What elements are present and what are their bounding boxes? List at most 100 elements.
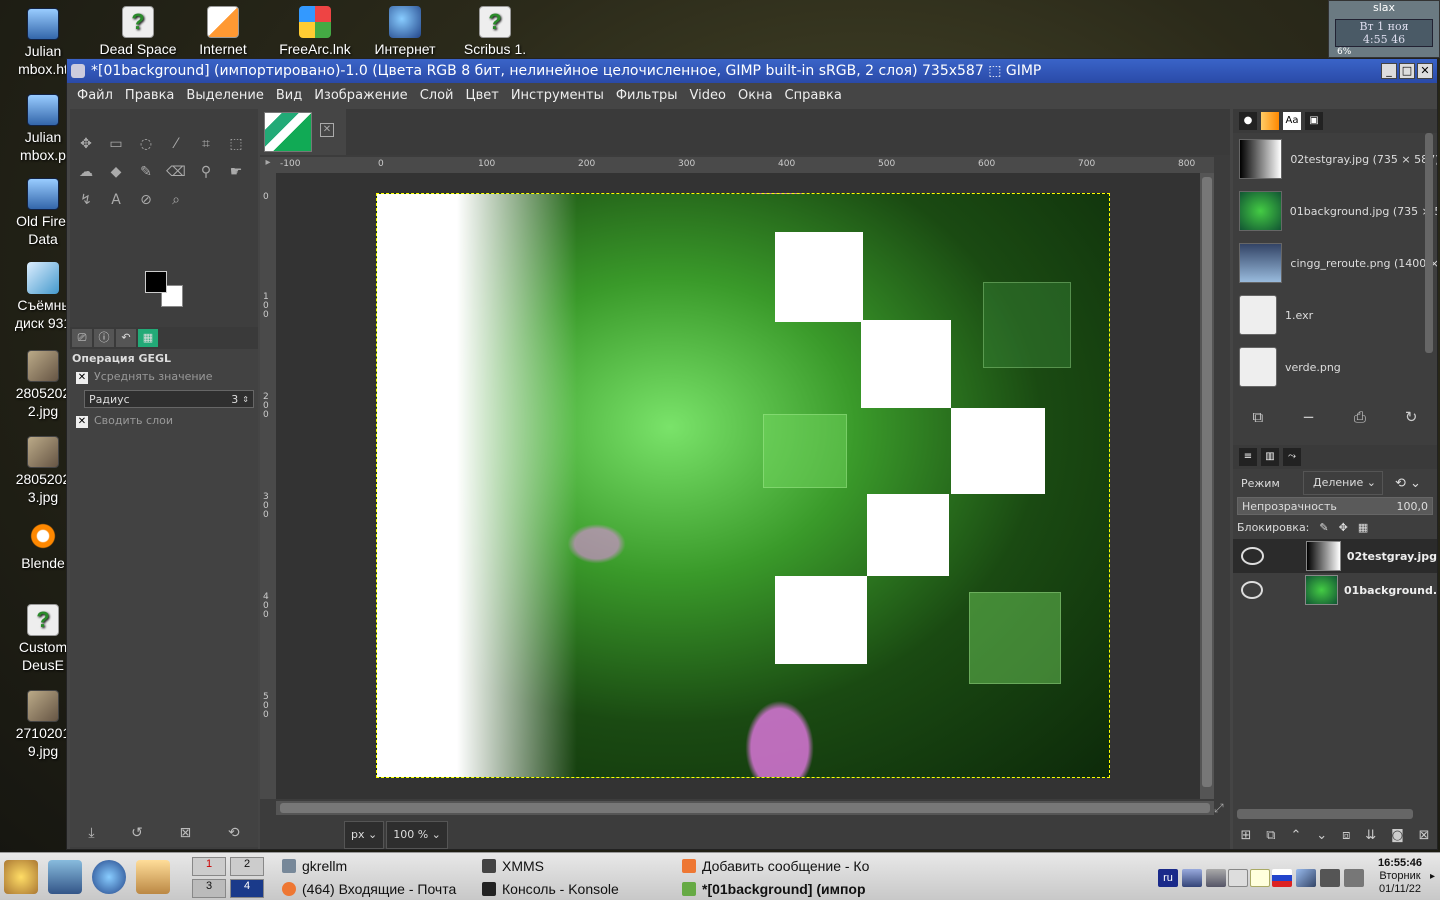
vertical-ruler[interactable]: 0 100 200 300 400 500 bbox=[260, 173, 276, 799]
zoom-tool-icon[interactable]: ⌕ bbox=[166, 191, 186, 209]
tool-options-tab-icon[interactable]: ⎚ bbox=[72, 329, 92, 347]
text-tool-icon[interactable]: A bbox=[106, 191, 126, 209]
fuzzy-select-tool-icon[interactable]: ⁄ bbox=[166, 135, 186, 153]
average-option[interactable]: ✕ Усреднять значение bbox=[70, 368, 258, 386]
merge-down-icon[interactable]: ⇊ bbox=[1365, 828, 1376, 843]
maximize-button[interactable]: □ bbox=[1399, 63, 1415, 79]
paintbrush-tool-icon[interactable]: ✎ bbox=[136, 163, 156, 181]
move-tool-icon[interactable]: ✥ bbox=[76, 135, 96, 153]
menu-tools[interactable]: Инструменты bbox=[505, 88, 610, 103]
desktop-icon-scribus[interactable]: ? Scribus 1. bbox=[452, 6, 538, 58]
horizontal-ruler[interactable]: -100 0 100 200 300 400 500 600 700 800 bbox=[276, 157, 1214, 173]
task-xmms[interactable]: XMMS bbox=[482, 855, 672, 877]
images-tab-icon[interactable]: ▦ bbox=[138, 329, 158, 347]
warp-tool-icon[interactable]: ☁ bbox=[76, 163, 96, 181]
layer-row[interactable]: 02testgray.jpg bbox=[1233, 539, 1437, 573]
mode-reset-icon[interactable]: ⟲ ⌄ bbox=[1395, 476, 1421, 491]
image-list-item[interactable]: 02testgray.jpg (735 × 587) bbox=[1233, 133, 1437, 185]
layer-row[interactable]: 01background. bbox=[1233, 573, 1437, 607]
desktop-icon-internet-ru[interactable]: Интернет bbox=[362, 6, 448, 58]
kopete-icon[interactable] bbox=[1250, 869, 1270, 887]
images-list-tab-icon[interactable]: ▣ bbox=[1305, 112, 1323, 130]
eraser-tool-icon[interactable]: ⌫ bbox=[166, 163, 186, 181]
computer-icon[interactable] bbox=[1320, 869, 1340, 887]
image-list-item[interactable]: verde.png bbox=[1233, 341, 1437, 393]
home-folder-icon[interactable] bbox=[48, 860, 82, 894]
workspace-4[interactable]: 4 bbox=[230, 879, 264, 898]
delete-options-icon[interactable]: ⊠ bbox=[180, 825, 192, 841]
mask-icon[interactable]: ◙ bbox=[1391, 828, 1404, 843]
brushes-tab-icon[interactable]: ● bbox=[1239, 112, 1257, 130]
raise-layer-icon[interactable]: ⌃ bbox=[1290, 828, 1301, 843]
unified-transform-tool-icon[interactable]: ⬚ bbox=[226, 135, 246, 153]
image-layer-preview[interactable] bbox=[376, 193, 1110, 778]
pager[interactable]: 1 2 3 4 bbox=[192, 857, 266, 899]
clone-tool-icon[interactable]: ⚲ bbox=[196, 163, 216, 181]
task-add-message[interactable]: Добавить сообщение - Ко bbox=[682, 855, 876, 877]
device-icon[interactable] bbox=[1344, 869, 1364, 887]
image-list-item[interactable]: 1.exr bbox=[1233, 289, 1437, 341]
clipboard-icon[interactable] bbox=[1228, 869, 1248, 887]
close-tab-icon[interactable]: ✕ bbox=[320, 123, 334, 137]
lock-alpha-icon[interactable]: ▦ bbox=[1358, 521, 1368, 534]
gradients-tab-icon[interactable] bbox=[1261, 112, 1279, 130]
task-gimp[interactable]: *[01background] (импор bbox=[682, 878, 876, 900]
workspace-3[interactable]: 3 bbox=[192, 879, 226, 898]
network-icon[interactable] bbox=[1206, 869, 1226, 887]
desktop-icon-freearc[interactable]: FreeArc.lnk bbox=[272, 6, 358, 58]
browser-globe-icon[interactable] bbox=[92, 860, 126, 894]
checkbox-icon[interactable]: ✕ bbox=[76, 372, 88, 384]
image-tab[interactable]: ✕ bbox=[260, 109, 346, 155]
menu-image[interactable]: Изображение bbox=[308, 88, 413, 103]
device-status-tab-icon[interactable]: ⓘ bbox=[94, 329, 114, 347]
channels-tab-icon[interactable]: ▥ bbox=[1261, 448, 1279, 466]
task-gkrellm[interactable]: gkrellm bbox=[282, 855, 472, 877]
navigate-icon[interactable]: ⤢ bbox=[1214, 801, 1228, 815]
remove-icon[interactable]: − bbox=[1302, 408, 1315, 426]
russia-flag-icon[interactable] bbox=[1272, 869, 1292, 887]
unit-select[interactable]: px ⌄ bbox=[344, 821, 385, 849]
bucket-fill-tool-icon[interactable]: ◆ bbox=[106, 163, 126, 181]
new-layer-icon[interactable]: ⊞ bbox=[1240, 828, 1251, 843]
lock-position-icon[interactable]: ✥ bbox=[1339, 521, 1348, 534]
new-group-icon[interactable]: ⧉ bbox=[1266, 828, 1275, 843]
menu-layer[interactable]: Слой bbox=[414, 88, 460, 103]
checkbox-icon[interactable]: ✕ bbox=[76, 416, 88, 428]
smudge-tool-icon[interactable]: ☛ bbox=[226, 163, 246, 181]
workspace-2[interactable]: 2 bbox=[230, 857, 264, 876]
desktop-icon-internet[interactable]: Internet bbox=[180, 6, 266, 58]
minimize-button[interactable]: _ bbox=[1381, 63, 1397, 79]
menu-video[interactable]: Video bbox=[684, 88, 732, 103]
delete-layer-icon[interactable]: ⊠ bbox=[1419, 828, 1430, 843]
menu-select[interactable]: Выделение bbox=[180, 88, 269, 103]
taskbar-hide-arrow-icon[interactable]: ▸ bbox=[1430, 871, 1435, 882]
vertical-scrollbar[interactable] bbox=[1200, 173, 1214, 799]
kde-menu-icon[interactable] bbox=[4, 860, 38, 894]
gkrellm-monitor[interactable]: slax Вт 1 ноя 4:55 46 6% bbox=[1328, 0, 1440, 58]
zoom-select[interactable]: 100 % ⌄ bbox=[386, 821, 448, 849]
crop-tool-icon[interactable]: ⌗ bbox=[196, 135, 216, 153]
restore-options-icon[interactable]: ↺ bbox=[131, 825, 143, 841]
ruler-corner[interactable]: ▸ bbox=[260, 157, 276, 173]
paths-tab-icon[interactable]: ⤳ bbox=[1283, 448, 1301, 466]
paths-tool-icon[interactable]: ↯ bbox=[76, 191, 96, 209]
image-canvas[interactable] bbox=[276, 173, 1214, 799]
display-icon[interactable] bbox=[1296, 869, 1316, 887]
radius-field[interactable]: Радиус 3 ⇕ bbox=[84, 390, 254, 408]
print-icon[interactable]: ⎙ bbox=[1354, 408, 1366, 426]
images-scrollbar[interactable] bbox=[1425, 133, 1433, 353]
eye-icon[interactable] bbox=[1241, 581, 1264, 599]
fonts-tab-icon[interactable]: Aa bbox=[1283, 112, 1301, 130]
rect-select-tool-icon[interactable]: ▭ bbox=[106, 135, 126, 153]
reset-options-icon[interactable]: ⟲ bbox=[228, 825, 240, 841]
open-image-icon[interactable]: ⧉ bbox=[1253, 408, 1264, 426]
task-konsole[interactable]: Консоль - Konsole bbox=[482, 878, 672, 900]
opacity-slider[interactable]: Непрозрачность 100,0 bbox=[1237, 497, 1433, 515]
menu-help[interactable]: Справка bbox=[779, 88, 848, 103]
foreground-color-swatch[interactable] bbox=[145, 271, 167, 293]
merge-layers-option[interactable]: ✕ Сводить слои bbox=[70, 408, 258, 434]
desktop-icon-dead-space[interactable]: ? Dead Space bbox=[95, 6, 181, 58]
image-list-item[interactable]: 01background.jpg (735 × 5 bbox=[1233, 185, 1437, 237]
menu-colors[interactable]: Цвет bbox=[459, 88, 504, 103]
menu-edit[interactable]: Правка bbox=[119, 88, 180, 103]
